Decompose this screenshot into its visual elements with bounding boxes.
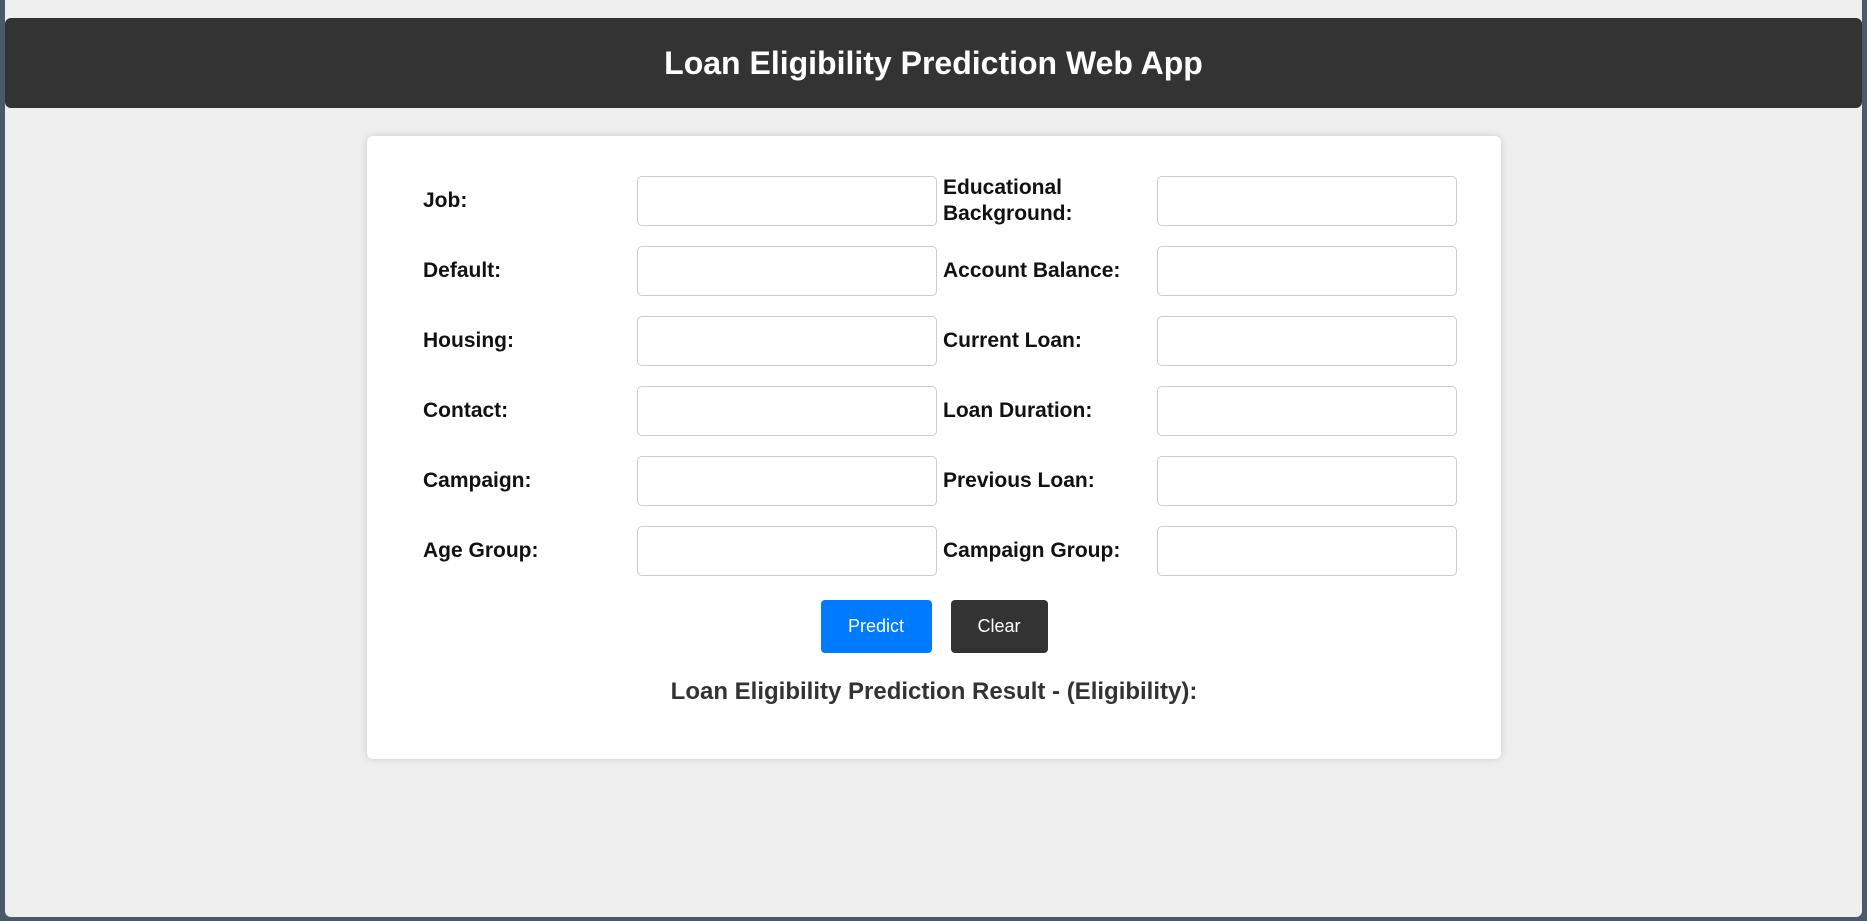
campaign-group-label: Campaign Group: [943,539,1121,562]
default-input[interactable] [637,246,937,296]
app-title: Loan Eligibility Prediction Web App [664,44,1203,81]
job-label: Job: [423,189,468,212]
campaign-input[interactable] [637,456,937,506]
clear-button[interactable]: Clear [950,600,1048,653]
campaign-label: Campaign: [423,469,532,492]
housing-label: Housing: [423,329,514,352]
age-group-input[interactable] [637,526,937,576]
prediction-form-card: Job: Educational Background: Default: Ac… [367,136,1501,759]
previous-loan-label: Previous Loan: [943,469,1095,492]
default-label: Default: [423,259,502,282]
current-loan-input[interactable] [1157,316,1457,366]
age-group-label: Age Group: [423,539,539,562]
account-balance-input[interactable] [1157,246,1457,296]
housing-input[interactable] [637,316,937,366]
predict-button[interactable]: Predict [820,600,932,653]
app-header: Loan Eligibility Prediction Web App [5,18,1862,108]
campaign-group-input[interactable] [1157,526,1457,576]
loan-duration-input[interactable] [1157,386,1457,436]
contact-input[interactable] [637,386,937,436]
job-input[interactable] [637,176,937,226]
contact-label: Contact: [423,399,509,422]
loan-duration-label: Loan Duration: [943,399,1093,422]
prediction-form: Job: Educational Background: Default: Ac… [423,176,1457,576]
account-balance-label: Account Balance: [943,259,1121,282]
prediction-result-heading: Loan Eligibility Prediction Result - (El… [670,678,1198,705]
previous-loan-input[interactable] [1157,456,1457,506]
app-viewport: Loan Eligibility Prediction Web App Job:… [5,0,1862,917]
educational-background-input[interactable] [1157,176,1457,226]
educational-background-label: Educational Background: [943,176,1073,225]
form-actions: Predict Clear [367,600,1501,653]
current-loan-label: Current Loan: [943,329,1082,352]
